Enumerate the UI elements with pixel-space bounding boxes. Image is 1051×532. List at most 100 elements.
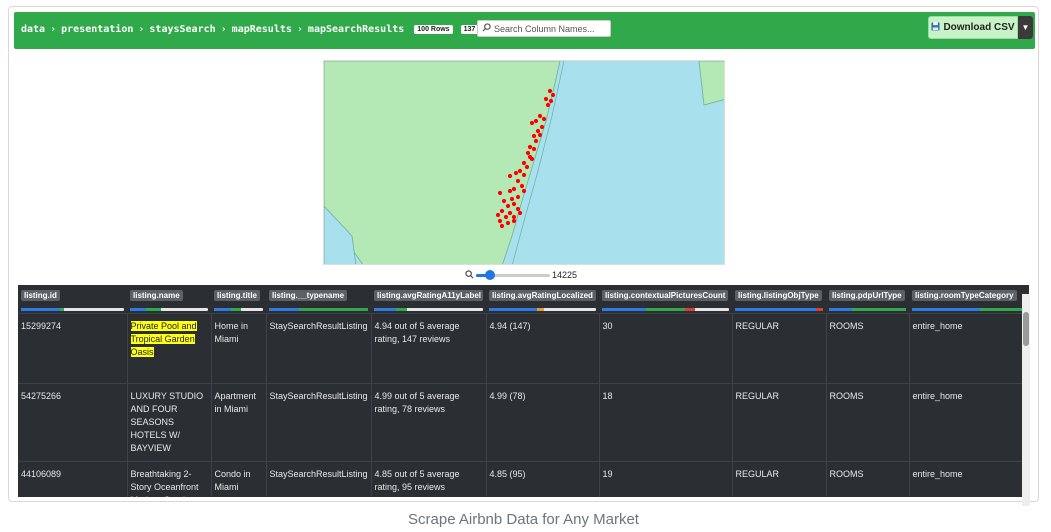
cell-contextual-pictures-count[interactable]: 18 bbox=[599, 383, 733, 462]
cell-room-type-category[interactable]: entire_home bbox=[909, 313, 1029, 384]
listing-marker[interactable] bbox=[511, 218, 517, 224]
listing-marker[interactable] bbox=[511, 214, 517, 220]
breadcrumb-item-data[interactable]: data bbox=[21, 24, 45, 35]
cell-listing-name[interactable]: LUXURY STUDIO AND FOUR SEASONS HOTELS W/… bbox=[127, 383, 212, 462]
cell-avg-rating-a11y-label[interactable]: 4.94 out of 5 average rating, 147 review… bbox=[371, 313, 487, 384]
cell-listing-title[interactable]: Condo in Miami bbox=[211, 461, 267, 497]
column-header-listing-pdp-url-type[interactable]: listing.pdpUrlType bbox=[826, 285, 909, 314]
breadcrumb-item-stayssearch[interactable]: staysSearch bbox=[149, 24, 215, 35]
listing-marker[interactable] bbox=[497, 190, 503, 196]
listing-marker[interactable] bbox=[507, 188, 513, 194]
table-row[interactable]: 54275266 LUXURY STUDIO AND FOUR SEASONS … bbox=[18, 383, 1029, 462]
listings-map[interactable] bbox=[323, 60, 725, 265]
cell-listing-id[interactable]: 15299274 bbox=[18, 313, 128, 384]
cell-listing-typename[interactable]: StaySearchResultListing bbox=[266, 383, 372, 462]
cell-listing-typename[interactable]: StaySearchResultListing bbox=[266, 313, 372, 384]
column-header-listing-listing-obj-type[interactable]: listing.listingObjType bbox=[732, 285, 826, 314]
listing-marker[interactable] bbox=[511, 186, 517, 192]
listing-marker[interactable] bbox=[547, 88, 553, 94]
cell-pdp-url-type[interactable]: ROOMS bbox=[826, 461, 910, 497]
column-header-listing-title[interactable]: listing.title bbox=[211, 285, 266, 314]
listing-marker[interactable] bbox=[527, 144, 533, 150]
breadcrumb-item-mapsearchresults[interactable]: mapSearchResults bbox=[308, 24, 404, 35]
cell-avg-rating-localized[interactable]: 4.85 (95) bbox=[486, 461, 600, 497]
table-scrollbar[interactable] bbox=[1022, 294, 1030, 506]
cell-listing-typename[interactable]: StaySearchResultListing bbox=[266, 461, 372, 497]
column-header-listing-avg-rating-a11y-label[interactable]: listing.avgRatingA11yLabel bbox=[371, 285, 486, 314]
listing-marker[interactable] bbox=[515, 194, 521, 200]
listing-marker[interactable] bbox=[515, 178, 521, 184]
listing-marker[interactable] bbox=[517, 210, 523, 216]
column-header-listing-id[interactable]: listing.id bbox=[18, 285, 127, 314]
listing-marker[interactable] bbox=[525, 150, 531, 156]
listing-marker[interactable] bbox=[533, 118, 539, 124]
listing-marker[interactable] bbox=[550, 92, 556, 98]
listing-marker[interactable] bbox=[543, 96, 549, 102]
listing-marker[interactable] bbox=[507, 173, 513, 179]
listing-marker[interactable] bbox=[515, 206, 521, 212]
listing-marker[interactable] bbox=[503, 214, 509, 220]
listing-marker[interactable] bbox=[517, 168, 523, 174]
listing-marker[interactable] bbox=[507, 210, 513, 216]
listing-marker[interactable] bbox=[531, 146, 537, 152]
listing-marker[interactable] bbox=[505, 220, 511, 226]
column-header-listing-avg-rating-localized[interactable]: listing.avgRatingLocalized bbox=[486, 285, 599, 314]
scrollbar-thumb[interactable] bbox=[1023, 312, 1029, 346]
listing-marker[interactable] bbox=[521, 188, 527, 194]
cell-listing-name[interactable]: Breathtaking 2-Story Oceanfront Modern C… bbox=[127, 461, 212, 497]
cell-listing-obj-type[interactable]: REGULAR bbox=[732, 383, 827, 462]
listing-marker[interactable] bbox=[501, 198, 507, 204]
cell-listing-title[interactable]: Apartment in Miami bbox=[211, 383, 267, 462]
breadcrumb-item-mapresults[interactable]: mapResults bbox=[232, 24, 292, 35]
cell-pdp-url-type[interactable]: ROOMS bbox=[826, 383, 910, 462]
listing-marker[interactable] bbox=[505, 203, 511, 209]
listing-marker[interactable] bbox=[499, 223, 505, 229]
listing-marker[interactable] bbox=[537, 113, 543, 119]
listing-marker[interactable] bbox=[533, 138, 539, 144]
cell-listing-name[interactable]: Private Pool and Tropical Garden Oasis bbox=[127, 313, 212, 384]
listing-marker[interactable] bbox=[519, 183, 525, 189]
cell-pdp-url-type[interactable]: ROOMS bbox=[826, 313, 910, 384]
column-header-listing-contextual-pictures-count[interactable]: listing.contextualPicturesCount bbox=[599, 285, 732, 314]
cell-avg-rating-localized[interactable]: 4.99 (78) bbox=[486, 383, 600, 462]
cell-contextual-pictures-count[interactable]: 30 bbox=[599, 313, 733, 384]
listing-marker[interactable] bbox=[521, 172, 527, 178]
cell-room-type-category[interactable]: entire_home bbox=[909, 461, 1029, 497]
breadcrumb-item-presentation[interactable]: presentation bbox=[61, 24, 133, 35]
cell-room-type-category[interactable]: entire_home bbox=[909, 383, 1029, 462]
listing-marker[interactable] bbox=[535, 128, 541, 134]
listing-marker[interactable] bbox=[499, 208, 505, 214]
column-search-input[interactable]: Search Column Names... bbox=[477, 20, 611, 37]
cell-avg-rating-a11y-label[interactable]: 4.99 out of 5 average rating, 78 reviews bbox=[371, 383, 487, 462]
zoom-slider[interactable] bbox=[476, 269, 550, 280]
listing-marker[interactable] bbox=[524, 164, 530, 170]
cell-listing-id[interactable]: 44106089 bbox=[18, 461, 128, 497]
cell-listing-obj-type[interactable]: REGULAR bbox=[732, 313, 827, 384]
table-row[interactable]: 44106089 Breathtaking 2-Story Oceanfront… bbox=[18, 461, 1029, 497]
listing-marker[interactable] bbox=[539, 124, 545, 130]
cell-listing-title[interactable]: Home in Miami bbox=[211, 313, 267, 384]
listing-marker[interactable] bbox=[511, 201, 517, 207]
cell-listing-id[interactable]: 54275266 bbox=[18, 383, 128, 462]
listing-marker[interactable] bbox=[545, 102, 551, 108]
column-header-listing-name[interactable]: listing.name bbox=[127, 285, 211, 314]
column-header-listing-room-type-category[interactable]: listing.roomTypeCategory bbox=[909, 285, 1029, 314]
listing-marker[interactable] bbox=[529, 156, 535, 162]
table-row[interactable]: 15299274 Private Pool and Tropical Garde… bbox=[18, 313, 1029, 384]
listing-marker[interactable] bbox=[541, 116, 547, 122]
cell-listing-obj-type[interactable]: REGULAR bbox=[732, 461, 827, 497]
cell-avg-rating-a11y-label[interactable]: 4.85 out of 5 average rating, 95 reviews bbox=[371, 461, 487, 497]
listing-marker[interactable] bbox=[513, 170, 519, 176]
listing-marker[interactable] bbox=[537, 132, 543, 138]
listing-marker[interactable] bbox=[529, 120, 535, 126]
column-header-listing-typename[interactable]: listing.__typename bbox=[266, 285, 371, 314]
listing-marker[interactable] bbox=[531, 133, 537, 139]
zoom-slider-thumb[interactable] bbox=[485, 269, 495, 280]
cell-avg-rating-localized[interactable]: 4.94 (147) bbox=[486, 313, 600, 384]
cell-contextual-pictures-count[interactable]: 19 bbox=[599, 461, 733, 497]
listing-marker[interactable] bbox=[495, 212, 501, 218]
download-csv-button[interactable]: Download CSV bbox=[928, 16, 1018, 39]
listing-marker[interactable] bbox=[521, 160, 527, 166]
download-options-dropdown[interactable]: ▼ bbox=[1018, 16, 1033, 39]
listing-marker[interactable] bbox=[548, 98, 554, 104]
